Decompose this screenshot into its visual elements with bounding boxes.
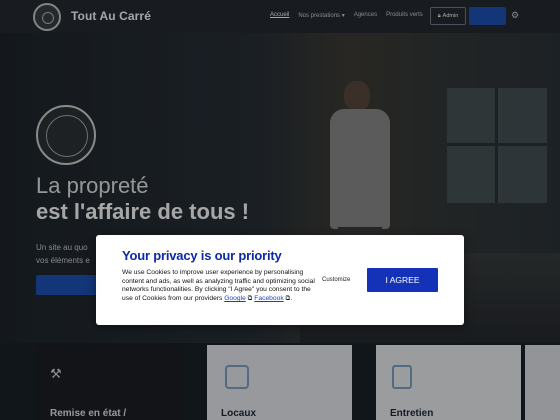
facebook-link[interactable]: Facebook [254,295,283,302]
modal-backdrop [0,0,560,420]
cookie-text-end: . [290,295,293,303]
google-link[interactable]: Google [224,295,246,302]
agree-button[interactable]: I AGREE [367,268,438,292]
cookie-dialog-text: We use Cookies to improve user experienc… [122,269,322,304]
cookie-dialog-title: Your privacy is our priority [122,248,282,263]
cookie-consent-dialog: Your privacy is our priority We use Cook… [96,235,464,325]
customize-button[interactable]: Customize [322,277,350,283]
